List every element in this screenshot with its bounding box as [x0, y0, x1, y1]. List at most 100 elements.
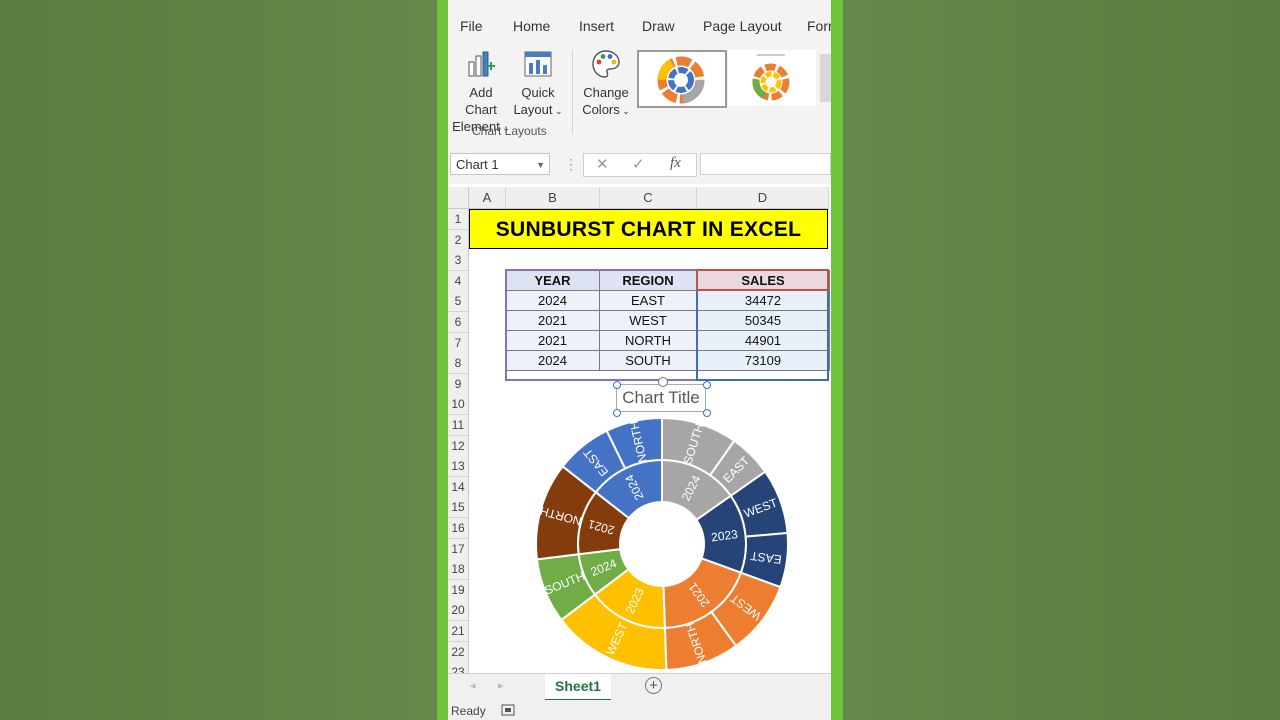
check-icon[interactable]: ✓	[632, 155, 645, 173]
row-header-18[interactable]: 18	[448, 559, 469, 581]
resize-handle[interactable]	[703, 409, 711, 417]
chart-style-2-thumbnail[interactable]	[728, 50, 816, 106]
palette-icon	[592, 50, 620, 78]
background-left	[0, 0, 437, 720]
header-year[interactable]: YEAR	[505, 270, 600, 291]
table-row: 2024 EAST 34472	[505, 290, 830, 311]
sheet-tab-sheet1[interactable]: Sheet1	[545, 674, 611, 702]
more-icon: ⋮	[564, 156, 578, 172]
cell-year[interactable]: 2024	[505, 350, 600, 371]
chart-style-1-thumbnail[interactable]	[637, 50, 727, 108]
cell-region[interactable]: NORTH	[599, 330, 697, 351]
row-header-14[interactable]: 14	[448, 476, 469, 498]
row-header-20[interactable]: 20	[448, 600, 469, 622]
table-row: 2021 NORTH 44901	[505, 330, 830, 351]
sunburst-thumbnail-icon	[752, 54, 790, 101]
quick-layout-button[interactable]: Quick Layout ⌄	[512, 48, 564, 120]
cell-sales[interactable]: 44901	[696, 330, 830, 351]
gallery-scroll-edge[interactable]	[820, 54, 831, 102]
chart-layouts-group-label: Chart Layouts	[472, 124, 547, 138]
row-header-17[interactable]: 17	[448, 538, 469, 560]
row-header-16[interactable]: 16	[448, 518, 469, 539]
row-header-1[interactable]: 1	[448, 209, 469, 230]
tab-home[interactable]: Home	[513, 18, 550, 34]
tab-draw[interactable]: Draw	[642, 18, 675, 34]
row-header-7[interactable]: 7	[448, 332, 469, 354]
scroll-right-icon[interactable]: ▸	[498, 679, 504, 692]
formula-bar: Chart 1 ▼ ⋮ ✕ ✓ fx	[448, 140, 831, 184]
row-header-9[interactable]: 9	[448, 373, 469, 395]
chart-rotate-handle[interactable]	[658, 377, 668, 387]
cell-year[interactable]: 2021	[505, 310, 600, 331]
tab-format[interactable]: Forr	[807, 18, 831, 34]
cell-region[interactable]: EAST	[599, 290, 697, 311]
accessibility-icon[interactable]	[501, 704, 516, 717]
header-sales[interactable]: SALES	[696, 270, 830, 291]
row-header-10[interactable]: 10	[448, 394, 469, 416]
status-text: Ready	[451, 704, 486, 718]
column-header-b[interactable]: B	[506, 187, 600, 209]
row-header-15[interactable]: 15	[448, 497, 469, 519]
row-header-2[interactable]: 2	[448, 229, 469, 251]
scroll-left-icon[interactable]: ◂	[470, 679, 476, 692]
change-colors-label-1: Change	[583, 85, 629, 100]
sheet-tab-bar: ◂ ▸ Sheet1 +	[448, 673, 831, 702]
quick-layout-label-2: Layout	[513, 102, 553, 117]
row-header-21[interactable]: 21	[448, 621, 469, 642]
row-header-12[interactable]: 12	[448, 435, 469, 457]
column-header-d[interactable]: D	[697, 187, 829, 209]
add-chart-element-icon	[468, 51, 495, 77]
quick-layout-icon	[524, 51, 552, 77]
ribbon: Add Chart Element ⌄ Quick Layout ⌄ Chang…	[448, 44, 831, 141]
select-all-corner[interactable]	[448, 187, 469, 209]
row-header-19[interactable]: 19	[448, 579, 469, 601]
tab-file[interactable]: File	[460, 18, 483, 34]
cell-sales[interactable]: 34472	[696, 290, 830, 311]
tab-insert[interactable]: Insert	[579, 18, 614, 34]
chevron-down-icon[interactable]: ▼	[536, 154, 545, 176]
cell-year[interactable]: 2024	[505, 290, 600, 311]
cell-region[interactable]: WEST	[599, 310, 697, 331]
table-row: 2021 WEST 50345	[505, 310, 830, 331]
chart-title[interactable]: Chart Title	[616, 384, 706, 412]
row-header-3[interactable]: 3	[448, 250, 469, 272]
cell-region[interactable]: SOUTH	[599, 350, 697, 371]
row-header-8[interactable]: 8	[448, 353, 469, 375]
cancel-icon[interactable]: ✕	[596, 155, 609, 173]
sunburst-chart[interactable]: 2024202320212023202420212024SOUTHEASTWES…	[469, 381, 831, 673]
cell-sales[interactable]: 73109	[696, 350, 830, 371]
change-colors-button[interactable]: Change Colors ⌄	[578, 48, 634, 120]
ribbon-tabs: File Home Insert Draw Page Layout Forr	[448, 0, 831, 44]
resize-handle[interactable]	[703, 381, 711, 389]
row-header-6[interactable]: 6	[448, 312, 469, 333]
excel-window: File Home Insert Draw Page Layout Forr A…	[448, 0, 831, 720]
formula-input[interactable]	[700, 153, 831, 175]
row-header-11[interactable]: 11	[448, 415, 469, 436]
name-box-value: Chart 1	[456, 157, 499, 172]
table-row: 2024 SOUTH 73109	[505, 350, 830, 371]
data-table: YEAR REGION SALES 2024 EAST 34472 2021 W…	[505, 270, 830, 371]
row-header-13[interactable]: 13	[448, 456, 469, 478]
resize-handle[interactable]	[613, 409, 621, 417]
resize-handle[interactable]	[613, 381, 621, 389]
tab-page-layout[interactable]: Page Layout	[703, 18, 782, 34]
quick-layout-label-1: Quick	[521, 85, 555, 100]
name-box[interactable]: Chart 1 ▼	[450, 153, 550, 175]
sheet-title-banner[interactable]: SUNBURST CHART IN EXCEL	[469, 209, 828, 249]
row-header-22[interactable]: 22	[448, 641, 469, 663]
chevron-down-icon: ⌄	[552, 106, 563, 116]
fx-icon[interactable]: fx	[670, 155, 681, 172]
cell-sales[interactable]: 50345	[696, 310, 830, 331]
cell-year[interactable]: 2021	[505, 330, 600, 351]
background-right	[843, 0, 1280, 720]
formula-buttons: ✕ ✓ fx	[583, 153, 697, 177]
column-header-a[interactable]: A	[469, 187, 506, 209]
column-header-c[interactable]: C	[600, 187, 697, 209]
header-region[interactable]: REGION	[599, 270, 697, 291]
row-header-5[interactable]: 5	[448, 291, 469, 313]
add-sheet-icon[interactable]: +	[645, 677, 662, 694]
status-bar: Ready	[448, 700, 831, 720]
row-header-4[interactable]: 4	[448, 270, 469, 292]
table-header-row: YEAR REGION SALES	[505, 270, 830, 291]
ribbon-separator	[572, 50, 573, 134]
